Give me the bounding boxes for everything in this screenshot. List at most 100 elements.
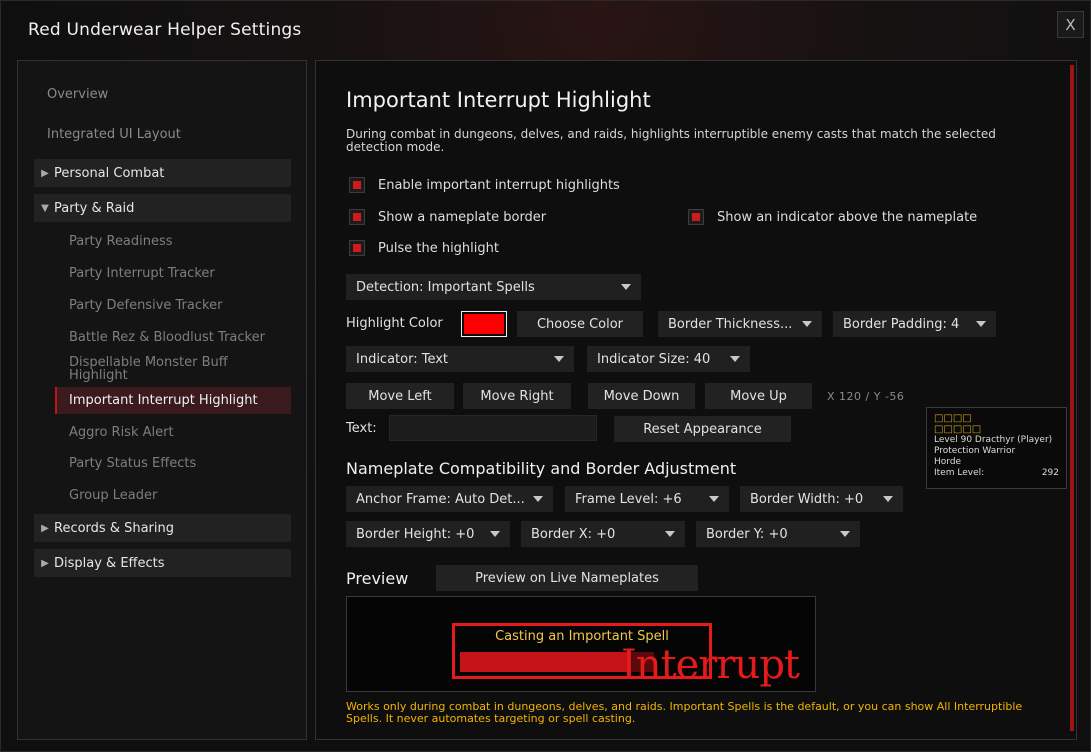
highlight-color-label: Highlight Color <box>346 316 443 331</box>
preview-section-title: Preview <box>346 569 409 588</box>
sidebar-item-group-leader[interactable]: Group Leader <box>69 489 279 502</box>
border-x-label: Border X: +0 <box>531 526 616 542</box>
tooltip-level-line: Level 90 Dracthyr (Player) <box>934 435 1053 445</box>
sidebar-item-overview[interactable]: Overview <box>47 87 108 102</box>
indicator-above-checkbox[interactable] <box>688 209 704 225</box>
border-height-label: Border Height: +0 <box>356 526 475 542</box>
chevron-down-icon <box>665 531 675 537</box>
sidebar-item-battle-rez-bloodlust[interactable]: Battle Rez & Bloodlust Tracker <box>69 331 279 344</box>
move-left-button[interactable]: Move Left <box>346 383 454 409</box>
choose-color-button[interactable]: Choose Color <box>517 311 643 337</box>
move-right-button[interactable]: Move Right <box>463 383 571 409</box>
chevron-down-icon <box>883 496 893 502</box>
footnote: Works only during combat in dungeons, de… <box>346 700 1023 725</box>
detection-dropdown[interactable]: Detection: Important Spells <box>346 274 641 300</box>
border-y-dropdown[interactable]: Border Y: +0 <box>696 521 860 547</box>
tooltip-item-level: Item Level: 292 <box>934 468 1059 479</box>
sidebar-category-party-raid[interactable]: ▼ Party & Raid <box>34 194 291 222</box>
position-coords: X 120 / Y -56 <box>827 390 905 403</box>
sidebar-item-party-status-effects[interactable]: Party Status Effects <box>69 457 279 470</box>
chevron-down-icon <box>621 284 631 290</box>
anchor-frame-dropdown[interactable]: Anchor Frame: Auto Det... <box>346 486 553 512</box>
chevron-right-icon: ▶ <box>41 557 49 569</box>
sidebar-category-label: Records & Sharing <box>54 520 174 536</box>
nameplate-border-label: Show a nameplate border <box>378 209 547 225</box>
border-padding-label: Border Padding: 4 <box>843 316 960 332</box>
sidebar-category-personal-combat[interactable]: ▶ Personal Combat <box>34 159 291 187</box>
move-up-button[interactable]: Move Up <box>705 383 812 409</box>
move-down-button[interactable]: Move Down <box>588 383 695 409</box>
border-width-label: Border Width: +0 <box>750 491 864 507</box>
pulse-highlight-row[interactable]: Pulse the highlight <box>349 240 499 256</box>
chevron-down-icon <box>976 321 986 327</box>
scrollbar[interactable] <box>1070 65 1074 731</box>
border-height-dropdown[interactable]: Border Height: +0 <box>346 521 510 547</box>
checkbox-check-icon <box>353 244 361 252</box>
sidebar-category-label: Party & Raid <box>54 200 135 216</box>
window-title: Red Underwear Helper Settings <box>28 20 302 40</box>
border-y-label: Border Y: +0 <box>706 526 788 542</box>
sidebar-item-dispellable-monster-buff[interactable]: Dispellable Monster Buff Highlight <box>69 356 259 382</box>
sidebar-item-party-readiness[interactable]: Party Readiness <box>69 235 279 248</box>
sidebar-item-aggro-risk-alert[interactable]: Aggro Risk Alert <box>69 426 279 439</box>
chevron-down-icon <box>730 356 740 362</box>
sidebar-item-important-interrupt-highlight[interactable]: Important Interrupt Highlight <box>55 387 291 414</box>
chevron-down-icon <box>709 496 719 502</box>
color-swatch-fill <box>464 314 504 334</box>
chevron-down-icon: ▼ <box>41 202 49 214</box>
frame-level-dropdown[interactable]: Frame Level: +6 <box>565 486 729 512</box>
preview-live-nameplates-button[interactable]: Preview on Live Nameplates <box>436 565 698 591</box>
sidebar: Overview Integrated UI Layout ▶ Personal… <box>17 60 307 740</box>
tooltip-item-level-value: 292 <box>1041 468 1059 478</box>
tooltip-guild-name: □□□□□ <box>934 424 982 435</box>
chevron-down-icon <box>840 531 850 537</box>
pulse-highlight-checkbox[interactable] <box>349 240 365 256</box>
tooltip-unit-name: □□□□ <box>934 413 972 424</box>
indicator-type-dropdown[interactable]: Indicator: Text <box>346 346 574 372</box>
highlight-color-swatch[interactable] <box>461 311 507 337</box>
chevron-down-icon <box>802 321 812 327</box>
unit-tooltip: □□□□ □□□□□ Level 90 Dracthyr (Player) Pr… <box>926 407 1067 489</box>
nameplate-border-checkbox[interactable] <box>349 209 365 225</box>
enable-highlights-label: Enable important interrupt highlights <box>378 177 620 193</box>
text-label: Text: <box>346 421 377 436</box>
reset-appearance-button[interactable]: Reset Appearance <box>614 416 791 442</box>
border-width-dropdown[interactable]: Border Width: +0 <box>740 486 903 512</box>
enable-highlights-checkbox[interactable] <box>349 177 365 193</box>
cast-bar <box>460 652 628 672</box>
border-thickness-dropdown[interactable]: Border Thickness... <box>658 311 822 337</box>
checkbox-check-icon <box>692 213 700 221</box>
checkbox-check-icon <box>353 213 361 221</box>
chevron-right-icon: ▶ <box>41 522 49 534</box>
sidebar-category-records-sharing[interactable]: ▶ Records & Sharing <box>34 514 291 542</box>
frame-level-label: Frame Level: +6 <box>575 491 682 507</box>
border-x-dropdown[interactable]: Border X: +0 <box>521 521 685 547</box>
detection-dropdown-label: Detection: Important Spells <box>356 279 535 295</box>
interrupt-indicator-text: Interrupt <box>621 642 800 688</box>
nameplate-border-row[interactable]: Show a nameplate border <box>349 209 546 225</box>
close-button[interactable]: X <box>1057 11 1084 38</box>
border-padding-dropdown[interactable]: Border Padding: 4 <box>833 311 996 337</box>
page-description: During combat in dungeons, delves, and r… <box>346 127 996 154</box>
anchor-frame-label: Anchor Frame: Auto Det... <box>356 491 525 507</box>
chevron-down-icon <box>554 356 564 362</box>
tooltip-faction: Horde <box>934 457 962 467</box>
tooltip-spec-line: Protection Warrior <box>934 446 1016 456</box>
indicator-size-dropdown[interactable]: Indicator Size: 40 <box>587 346 750 372</box>
page-title: Important Interrupt Highlight <box>346 88 651 112</box>
settings-window: Red Underwear Helper Settings X Overview… <box>0 0 1091 752</box>
indicator-above-row[interactable]: Show an indicator above the nameplate <box>688 209 977 225</box>
sidebar-item-integrated-ui-layout[interactable]: Integrated UI Layout <box>47 127 181 142</box>
tooltip-item-level-label: Item Level: <box>934 468 985 478</box>
indicator-type-label: Indicator: Text <box>356 351 449 367</box>
chevron-down-icon <box>490 531 500 537</box>
checkbox-check-icon <box>353 181 361 189</box>
sidebar-item-party-defensive-tracker[interactable]: Party Defensive Tracker <box>69 299 279 312</box>
sidebar-item-party-interrupt-tracker[interactable]: Party Interrupt Tracker <box>69 267 279 280</box>
sidebar-category-label: Display & Effects <box>54 555 165 571</box>
sidebar-category-display-effects[interactable]: ▶ Display & Effects <box>34 549 291 577</box>
enable-highlights-row[interactable]: Enable important interrupt highlights <box>349 177 620 193</box>
indicator-text-input[interactable] <box>389 415 597 441</box>
indicator-above-label: Show an indicator above the nameplate <box>717 209 978 225</box>
indicator-size-label: Indicator Size: 40 <box>597 351 711 367</box>
